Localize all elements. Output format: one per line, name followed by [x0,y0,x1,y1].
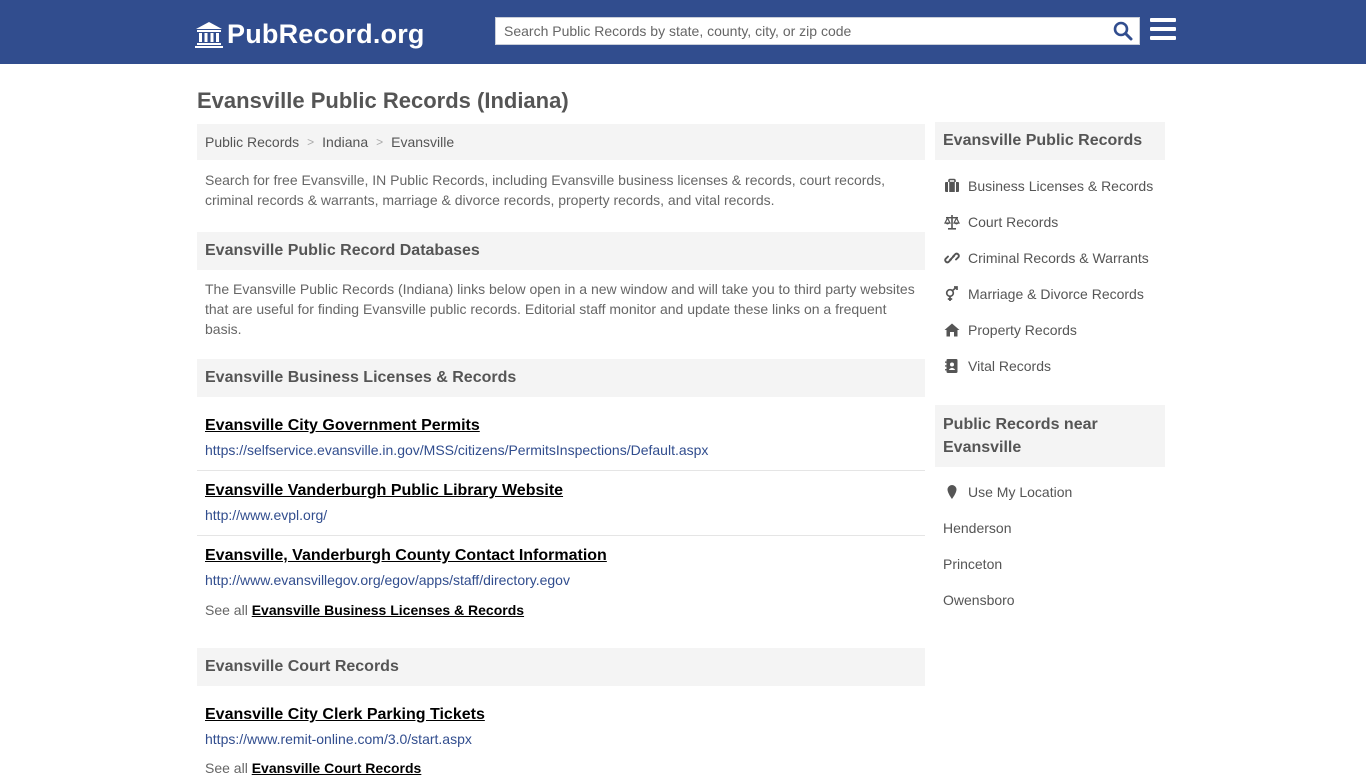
see-all-prefix: See all [205,760,248,776]
search-icon[interactable] [1113,21,1133,41]
top-navbar: PubRecord.org [0,0,1366,64]
record-title-link[interactable]: Evansville City Government Permits [205,417,925,435]
gender-icon [943,286,961,302]
record-title-link[interactable]: Evansville, Vanderburgh County Contact I… [205,547,925,565]
sidebar-item-court[interactable]: Court Records [943,214,1058,230]
breadcrumb-separator-icon: > [307,135,315,149]
scale-icon [943,214,961,230]
link-icon [943,250,961,266]
sidebar-heading: Evansville Public Records [935,122,1165,160]
breadcrumb-public-records[interactable]: Public Records [205,134,299,150]
record-item: Evansville City Clerk Parking Tickets ht… [205,706,925,747]
sidebar-item-vital[interactable]: Vital Records [943,358,1051,374]
record-item: Evansville City Government Permits https… [205,417,925,458]
page-title: Evansville Public Records (Indiana) [197,88,569,113]
sidebar-item-business[interactable]: Business Licenses & Records [943,178,1153,194]
site-logo[interactable]: PubRecord.org [195,17,425,51]
record-url: https://selfservice.evansville.in.gov/MS… [205,442,709,458]
intro-text: Search for free Evansville, IN Public Re… [205,172,886,208]
nearby-city-princeton[interactable]: Princeton [943,556,1002,572]
databases-text: The Evansville Public Records (Indiana) … [205,281,915,337]
see-all-prefix: See all [205,602,248,618]
sidebar-item-label: Property Records [968,322,1077,338]
map-marker-icon [943,484,961,500]
record-url: https://www.remit-online.com/3.0/start.a… [205,731,472,747]
record-url: http://www.evpl.org/ [205,507,328,523]
databases-heading: Evansville Public Record Databases [197,232,925,270]
use-my-location-link[interactable]: Use My Location [943,484,1072,500]
courthouse-icon [195,22,223,48]
divider [197,470,925,471]
use-my-location-label: Use My Location [968,484,1073,500]
breadcrumb-evansville[interactable]: Evansville [391,134,454,150]
record-item: Evansville Vanderburgh Public Library We… [205,482,925,523]
see-all-business: See all Evansville Business Licenses & R… [205,602,524,618]
sidebar-item-label: Marriage & Divorce Records [968,286,1144,302]
search-input[interactable] [496,18,1106,44]
sidebar-item-label: Court Records [968,214,1059,230]
sidebar-item-label: Vital Records [968,358,1052,374]
sidebar-item-marriage[interactable]: Marriage & Divorce Records [943,286,1144,302]
sidebar-item-criminal[interactable]: Criminal Records & Warrants [943,250,1149,266]
hamburger-menu-icon[interactable] [1150,18,1176,42]
logo-text: PubRecord.org [227,18,425,49]
home-icon [943,322,961,338]
sidebar-item-label: Criminal Records & Warrants [968,250,1149,266]
nearby-city-owensboro[interactable]: Owensboro [943,592,1015,608]
sidebar-item-property[interactable]: Property Records [943,322,1077,338]
record-item: Evansville, Vanderburgh County Contact I… [205,547,925,588]
divider [197,535,925,536]
record-url: http://www.evansvillegov.org/egov/apps/s… [205,572,570,588]
breadcrumb: Public Records > Indiana > Evansville [197,124,925,160]
see-all-business-link[interactable]: Evansville Business Licenses & Records [252,602,524,618]
sidebar-item-label: Business Licenses & Records [968,178,1154,194]
breadcrumb-separator-icon: > [376,135,384,149]
see-all-court: See all Evansville Court Records [205,760,421,776]
record-title-link[interactable]: Evansville Vanderburgh Public Library We… [205,482,925,500]
search-box [495,17,1140,45]
business-heading: Evansville Business Licenses & Records [197,359,925,397]
court-heading: Evansville Court Records [197,648,925,686]
breadcrumb-indiana[interactable]: Indiana [322,134,368,150]
nearby-heading: Public Records near Evansville [935,405,1165,467]
see-all-court-link[interactable]: Evansville Court Records [252,760,422,776]
address-book-icon [943,358,961,374]
briefcase-icon [943,178,961,194]
record-title-link[interactable]: Evansville City Clerk Parking Tickets [205,706,925,724]
nearby-city-henderson[interactable]: Henderson [943,520,1012,536]
